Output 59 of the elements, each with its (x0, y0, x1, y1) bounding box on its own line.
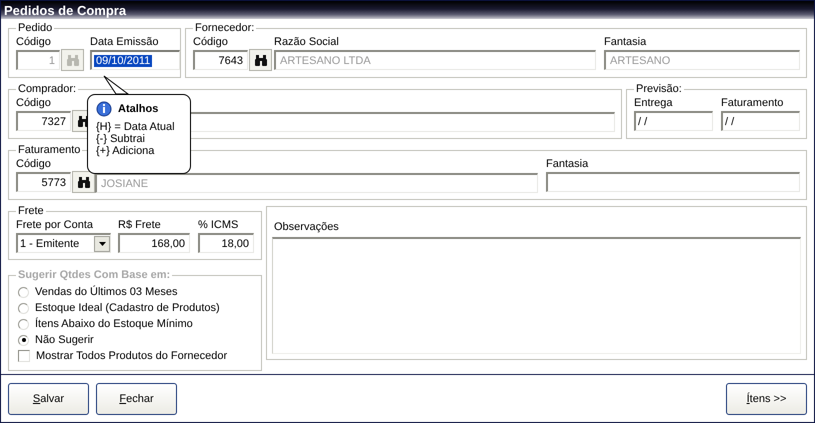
field-label: Razão Social (274, 35, 340, 50)
group-label: Faturamento (17, 143, 82, 157)
group-label: Fornecedor: (194, 21, 256, 35)
info-icon (96, 101, 112, 117)
checkbox[interactable] (18, 350, 30, 362)
input-field[interactable]: 5773 (16, 172, 71, 192)
tooltip-text: {-} Subtrai (96, 133, 146, 145)
option-label[interactable]: Não Sugerir (35, 334, 94, 346)
binoculars-icon (66, 54, 80, 66)
group-label: Previsão: (635, 82, 683, 96)
field-label: Entrega (634, 96, 674, 111)
field-label: Código (16, 35, 52, 50)
field-label: Observações (273, 221, 340, 233)
field-label: Código (16, 157, 52, 172)
checkbox-label[interactable]: Mostrar Todos Produtos do Fornecedor (36, 350, 228, 362)
tooltip-title: Atalhos (118, 103, 158, 115)
field-label: Frete por Conta (16, 218, 94, 233)
field-label: Fantasia (546, 157, 590, 172)
dropdown-button[interactable] (94, 236, 110, 252)
search-button[interactable] (249, 49, 272, 71)
action-button[interactable]: Ítens >> (726, 382, 807, 414)
input-field[interactable]: 18,00 (198, 233, 254, 253)
date-field[interactable]: / / (721, 111, 800, 131)
option-label[interactable]: Vendas do Últimos 03 Meses (35, 286, 178, 298)
date-field[interactable]: / / (634, 111, 713, 131)
field-label: % ICMS (198, 218, 238, 233)
group-label: Pedido (17, 21, 54, 35)
group-label: Comprador: (17, 82, 78, 96)
input-field[interactable]: 7643 (193, 50, 248, 70)
caret-icon (98, 242, 106, 246)
binoculars-icon (76, 176, 90, 188)
notes-field[interactable] (272, 237, 801, 354)
radio-button[interactable] (18, 302, 29, 314)
group-label: Sugerir Qtdes Com Base em: (17, 268, 172, 282)
field-label: Fantasia (604, 35, 648, 50)
field-label: Código (16, 96, 52, 111)
date-field[interactable]: 09/10/2011 (90, 50, 180, 70)
window-title: Pedidos de Compra (4, 2, 126, 18)
action-button[interactable]: Salvar (8, 382, 89, 414)
field-label: Faturamento (721, 96, 784, 111)
radio-button[interactable] (18, 334, 29, 346)
option-label[interactable]: Ítens Abaixo do Estoque Mínimo (35, 318, 193, 330)
radio-button[interactable] (18, 318, 29, 330)
dropdown-value: 1 - Emitente (20, 238, 80, 250)
binoculars-icon (254, 54, 268, 66)
input-field[interactable]: 168,00 (118, 233, 190, 253)
search-button[interactable] (72, 171, 95, 193)
tooltip-text: {+} Adiciona (96, 145, 156, 157)
field-label: Código (193, 35, 229, 50)
tooltip-text: {H} = Data Atual (96, 121, 176, 133)
option-label[interactable]: Estoque Ideal (Cadastro de Produtos) (35, 302, 220, 314)
input-field[interactable]: 7327 (16, 111, 71, 131)
dropdown[interactable]: 1 - Emitente (16, 233, 111, 253)
action-button[interactable]: Fechar (96, 382, 177, 414)
group-label: Frete (17, 204, 45, 218)
field-label: Data Emissão (90, 35, 160, 50)
radio-button[interactable] (18, 286, 29, 298)
input-field[interactable] (546, 172, 800, 192)
field-label: R$ Frete (118, 218, 161, 233)
